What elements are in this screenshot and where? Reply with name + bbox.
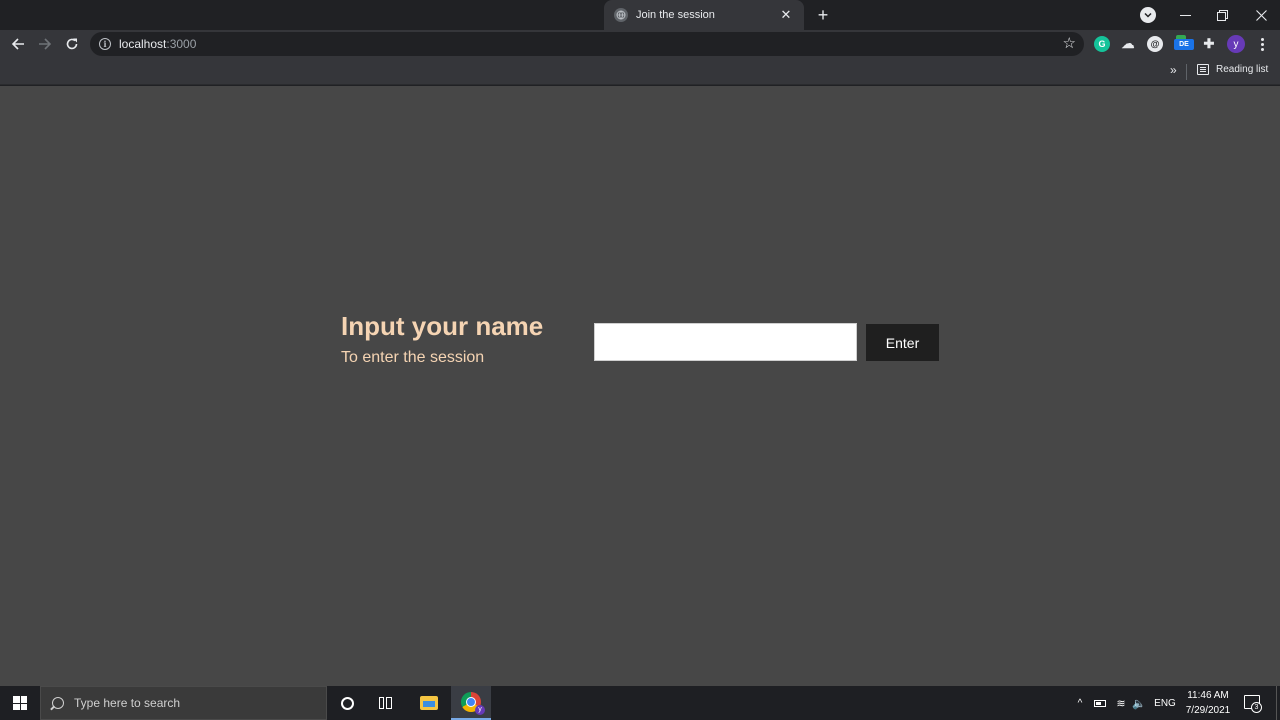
battery-icon[interactable] bbox=[1093, 686, 1107, 720]
taskbar-search[interactable]: Type here to search bbox=[40, 686, 327, 720]
windows-logo-icon bbox=[13, 696, 27, 710]
tab-close-icon[interactable]: ✕ bbox=[778, 7, 794, 23]
bookmarks-overflow-icon[interactable]: » bbox=[1170, 63, 1177, 77]
enter-button[interactable]: Enter bbox=[866, 324, 939, 361]
notification-count-badge: 3 bbox=[1251, 702, 1262, 713]
browser-toolbar: i localhost:3000 ☆ G ☁ @ DE ✚ y bbox=[0, 30, 1280, 58]
cortana-button[interactable] bbox=[327, 686, 367, 720]
taskbar-search-placeholder: Type here to search bbox=[74, 696, 181, 710]
wifi-icon[interactable]: ≋ bbox=[1114, 686, 1128, 720]
address-bar[interactable]: i localhost:3000 ☆ bbox=[90, 32, 1084, 56]
globe-icon bbox=[614, 8, 628, 22]
show-hidden-icons-button[interactable]: ^ bbox=[1072, 686, 1088, 720]
clock-date: 7/29/2021 bbox=[1185, 705, 1231, 716]
tab-search-icon[interactable] bbox=[1140, 7, 1156, 23]
cloud-extension-icon[interactable]: ☁ bbox=[1120, 36, 1136, 52]
name-input[interactable] bbox=[594, 323, 857, 361]
restore-button[interactable] bbox=[1203, 0, 1241, 30]
task-view-button[interactable] bbox=[367, 686, 407, 720]
de-extension-icon[interactable]: DE bbox=[1174, 39, 1194, 50]
bookmarks-bar: » Reading list bbox=[0, 58, 1280, 85]
site-info-icon[interactable]: i bbox=[99, 38, 111, 50]
task-view-icon bbox=[379, 697, 395, 709]
bookmarks-divider bbox=[1186, 64, 1187, 80]
chrome-profile-badge: y bbox=[475, 705, 485, 715]
new-tab-button[interactable]: + bbox=[812, 4, 834, 26]
search-icon bbox=[52, 697, 64, 709]
page-subheading: To enter the session bbox=[341, 349, 485, 366]
input-language[interactable]: ENG bbox=[1152, 686, 1178, 720]
chrome-menu-icon[interactable] bbox=[1254, 36, 1270, 52]
folder-icon bbox=[420, 696, 438, 710]
url-host: localhost bbox=[119, 37, 167, 51]
file-explorer-button[interactable] bbox=[409, 686, 449, 720]
cortana-icon bbox=[340, 696, 354, 710]
reading-list-button[interactable]: Reading list bbox=[1197, 64, 1268, 75]
show-desktop-button[interactable] bbox=[1276, 686, 1277, 720]
back-icon[interactable] bbox=[8, 34, 28, 54]
profile-avatar[interactable]: y bbox=[1227, 35, 1245, 53]
close-window-button[interactable] bbox=[1242, 0, 1280, 30]
taskbar-clock[interactable]: 11:46 AM 7/29/2021 bbox=[1180, 688, 1236, 718]
start-button[interactable] bbox=[0, 686, 40, 720]
tab-join-session[interactable]: Join the session ✕ bbox=[604, 0, 804, 30]
page-heading: Input your name bbox=[341, 311, 544, 341]
windows-taskbar: Type here to search y ^ ≋ 🔈 ENG 11:46 AM… bbox=[0, 686, 1280, 720]
url-port: :3000 bbox=[166, 37, 197, 51]
intro-block: Input your name To enter the session bbox=[341, 311, 543, 367]
forward-icon[interactable] bbox=[35, 34, 55, 54]
grammarly-icon[interactable]: G bbox=[1094, 36, 1110, 52]
extensions-puzzle-icon[interactable]: ✚ bbox=[1201, 36, 1217, 52]
reading-list-label: Reading list bbox=[1216, 64, 1269, 75]
tab-title: Join the session bbox=[636, 9, 715, 21]
circle-extension-icon[interactable]: @ bbox=[1147, 36, 1163, 52]
minimize-button[interactable] bbox=[1166, 0, 1204, 30]
bookmark-star-icon[interactable]: ☆ bbox=[1063, 36, 1076, 52]
page-content: Input your name To enter the session Ent… bbox=[0, 86, 1280, 686]
tab-strip: Join the session ✕ + bbox=[0, 0, 1280, 30]
reading-list-icon bbox=[1197, 64, 1209, 75]
volume-icon[interactable]: 🔈 bbox=[1130, 686, 1148, 720]
reload-icon[interactable] bbox=[62, 34, 82, 54]
chrome-taskbar-button[interactable]: y bbox=[451, 686, 491, 720]
clock-time: 11:46 AM bbox=[1187, 690, 1229, 701]
